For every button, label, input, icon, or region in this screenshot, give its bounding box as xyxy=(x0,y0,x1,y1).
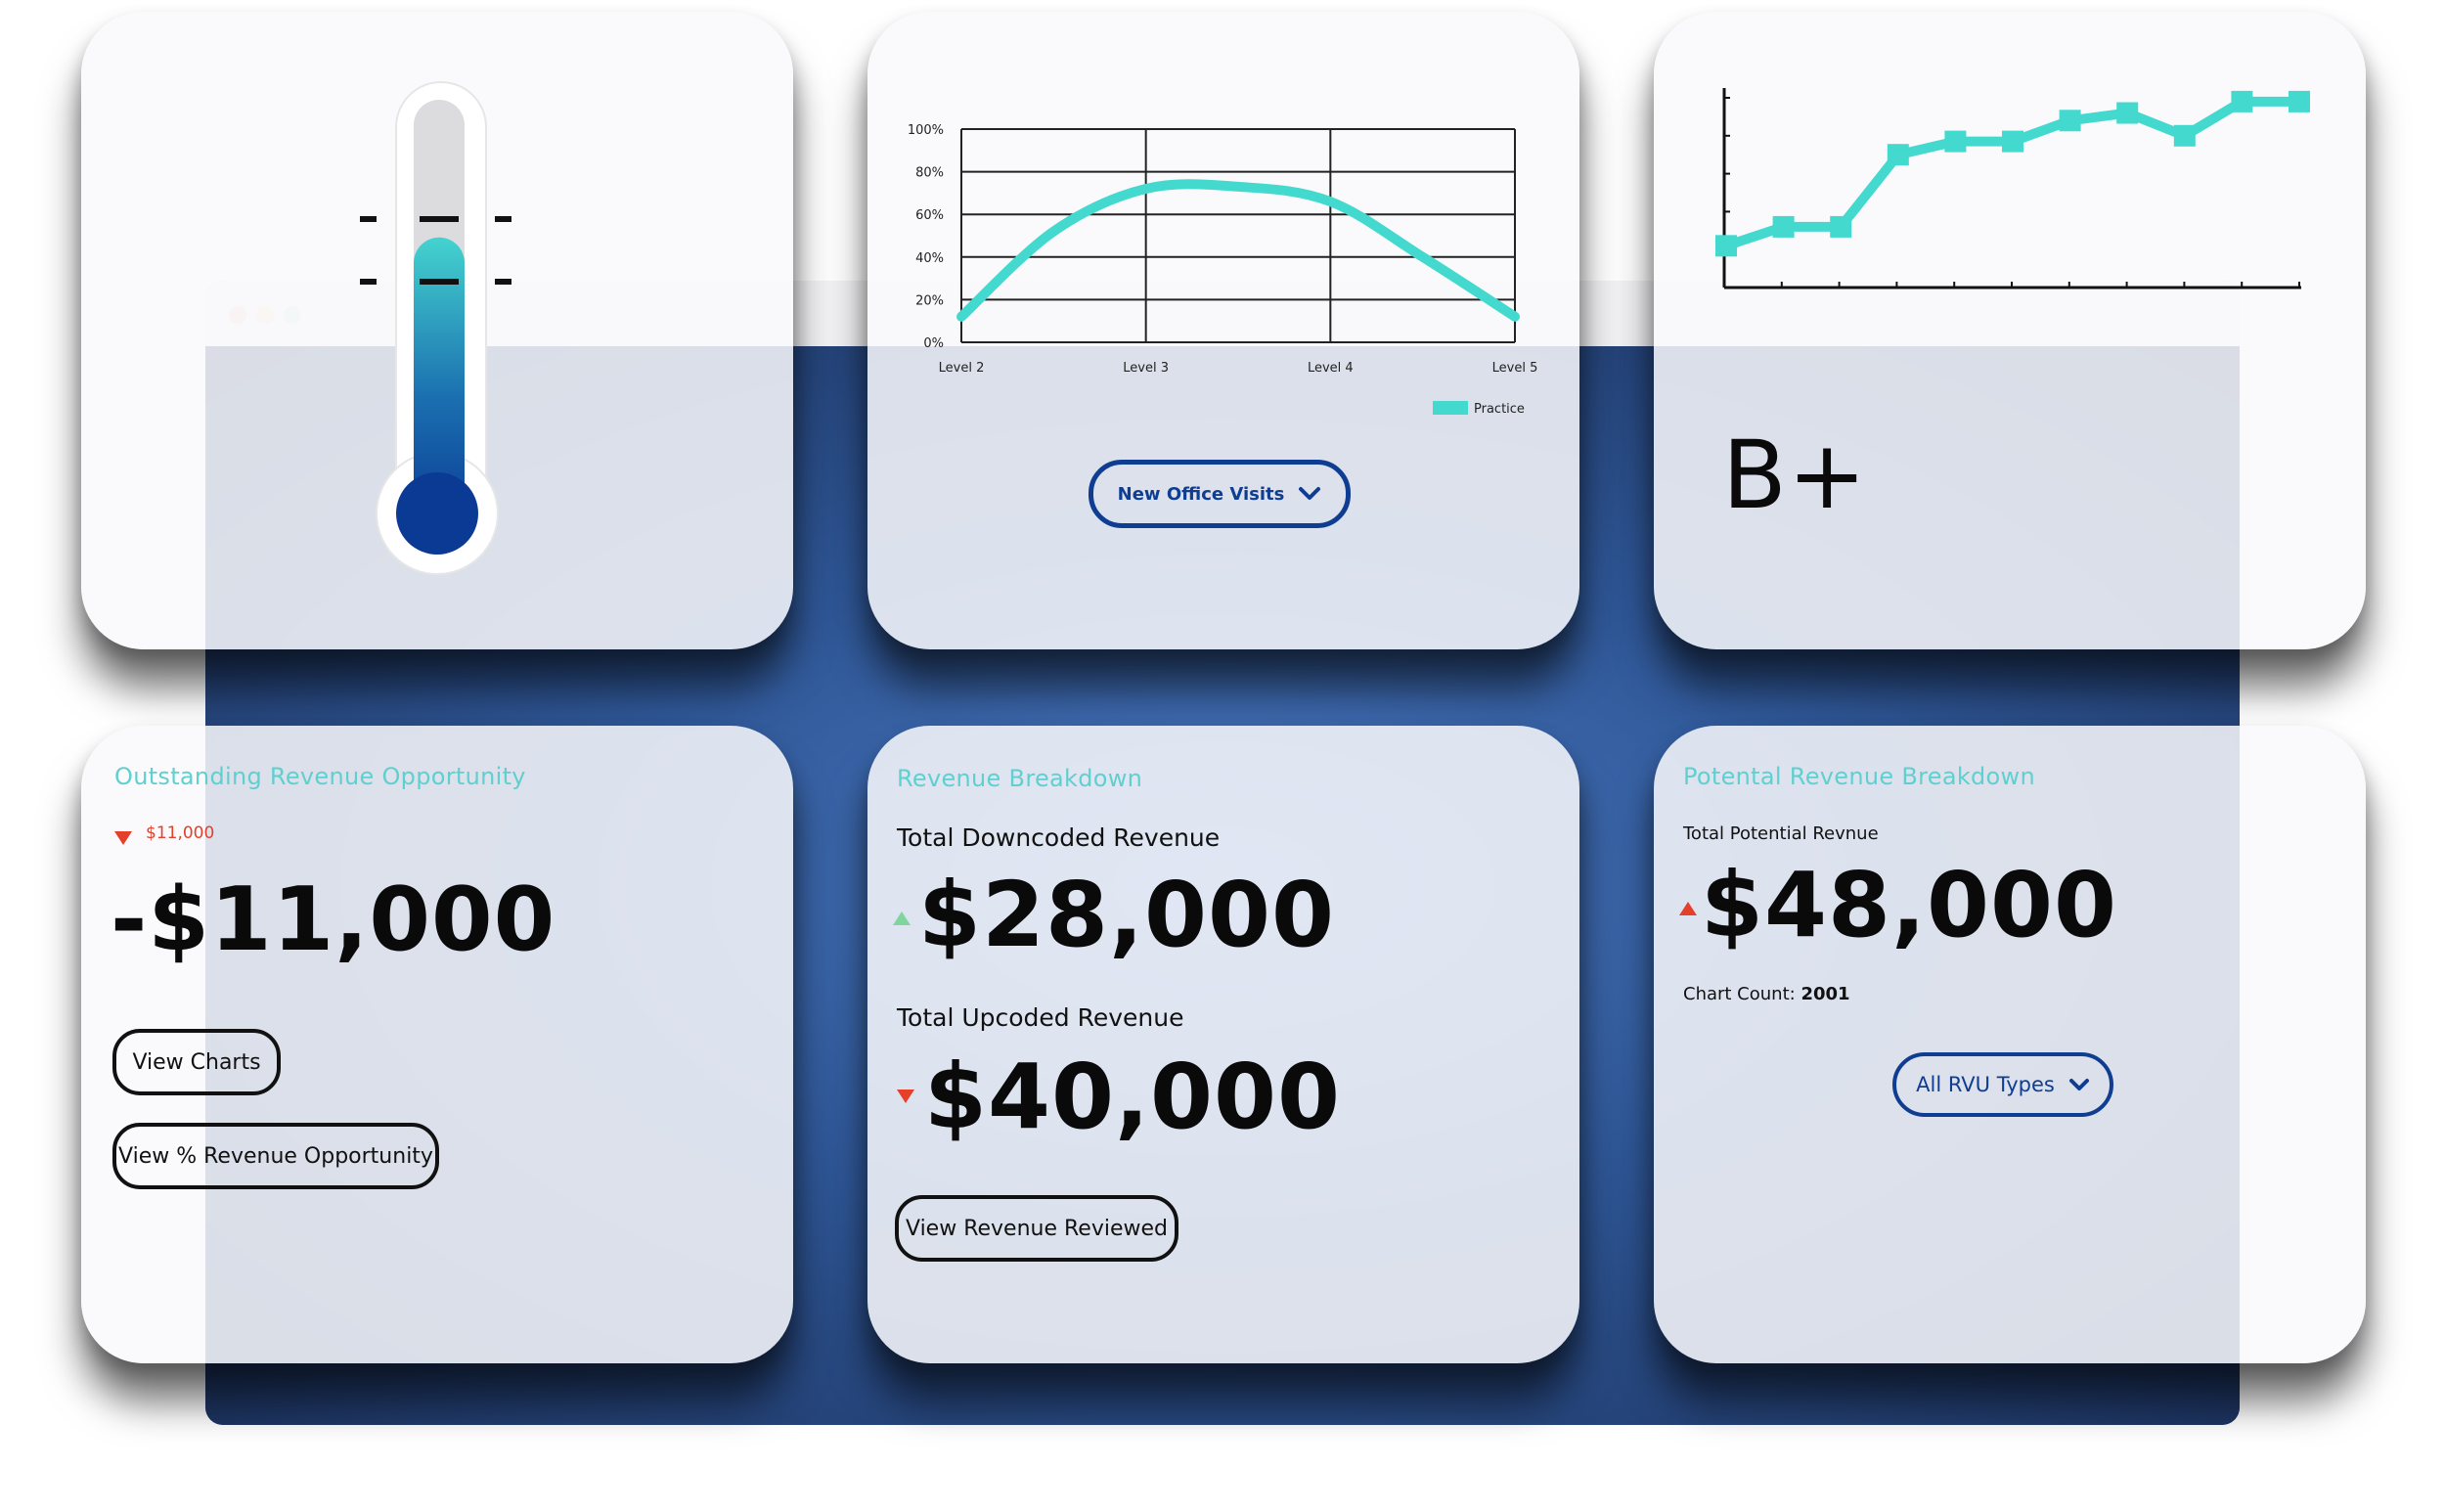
series-line-practice xyxy=(956,179,1520,322)
y-tick-label: 60% xyxy=(915,208,944,223)
dropdown-label: New Office Visits xyxy=(1117,483,1285,505)
chart-count-label: Chart Count: xyxy=(1683,984,1796,1004)
card-title: Potental Revenue Breakdown xyxy=(1683,763,2035,790)
upcoded-amount: $40,000 xyxy=(924,1045,1342,1149)
thermometer-gauge xyxy=(360,81,511,575)
view-charts-button[interactable]: View Charts xyxy=(112,1029,281,1095)
outstanding-revenue-card: Outstanding Revenue Opportunity $11,000 … xyxy=(81,726,793,1363)
series-line xyxy=(1724,96,2299,251)
data-point xyxy=(1772,215,1795,238)
outstanding-amount: -$11,000 xyxy=(111,868,556,971)
grade-value: B+ xyxy=(1722,421,1868,530)
y-tick-label: 20% xyxy=(915,293,944,308)
total-potential-amount: $48,000 xyxy=(1701,853,2118,957)
thermometer-bulb xyxy=(396,472,478,555)
downcoded-label: Total Downcoded Revenue xyxy=(897,823,1221,852)
thermometer-card xyxy=(81,12,793,649)
data-point xyxy=(1944,130,1967,153)
potential-revenue-card: Potental Revenue Breakdown Total Potenti… xyxy=(1654,726,2366,1363)
x-tick-label: Level 4 xyxy=(1308,361,1354,376)
data-point xyxy=(1830,215,1852,238)
decrease-arrow-icon xyxy=(114,831,132,845)
increase-arrow-icon xyxy=(1679,902,1697,915)
total-potential-label: Total Potential Revnue xyxy=(1683,823,1879,844)
legend-swatch xyxy=(1433,401,1468,415)
data-point xyxy=(2173,124,2196,147)
chevron-down-icon xyxy=(1299,487,1321,500)
data-point xyxy=(2059,110,2081,132)
view-revenue-opportunity-button[interactable]: View % Revenue Opportunity xyxy=(112,1123,439,1189)
y-tick-label: 40% xyxy=(915,251,944,266)
x-tick-label: Level 2 xyxy=(939,361,985,376)
chart-count: Chart Count: 2001 xyxy=(1683,984,1850,1004)
trend-chart-card: B+ xyxy=(1654,12,2366,649)
data-point xyxy=(1715,235,1737,257)
data-point xyxy=(2116,102,2139,124)
new-office-visits-dropdown[interactable]: New Office Visits xyxy=(1089,460,1351,528)
y-tick-label: 100% xyxy=(908,123,944,138)
chart-count-value: 2001 xyxy=(1800,984,1850,1004)
downcoded-amount: $28,000 xyxy=(918,863,1336,967)
rvu-types-dropdown[interactable]: All RVU Types xyxy=(1892,1052,2113,1117)
x-tick-label: Level 3 xyxy=(1123,361,1169,376)
level-line-chart: 0% 20% 40% 60% 80% 100% Level 2 Level 3 Level 4 L… xyxy=(908,123,1538,417)
upcoded-label: Total Upcoded Revenue xyxy=(897,1003,1184,1032)
trend-line-chart xyxy=(1715,88,2310,289)
card-title: Revenue Breakdown xyxy=(897,765,1143,792)
y-tick-label: 0% xyxy=(923,336,944,351)
change-value: $11,000 xyxy=(146,823,215,843)
data-point xyxy=(1887,144,1909,166)
view-revenue-reviewed-button[interactable]: View Revenue Reviewed xyxy=(895,1195,1178,1262)
y-tick-label: 80% xyxy=(915,166,944,181)
chevron-down-icon xyxy=(2068,1079,2089,1090)
data-point xyxy=(2231,90,2253,112)
card-title: Outstanding Revenue Opportunity xyxy=(114,763,526,790)
level-chart-card: 0% 20% 40% 60% 80% 100% Level 2 Level 3 Level 4 L… xyxy=(867,12,1579,649)
data-point xyxy=(2002,130,2023,153)
dropdown-label: All RVU Types xyxy=(1916,1073,2055,1096)
decrease-arrow-icon xyxy=(897,1090,914,1103)
x-tick-label: Level 5 xyxy=(1492,361,1538,376)
legend-label: Practice xyxy=(1474,402,1525,417)
increase-arrow-icon xyxy=(893,912,911,925)
revenue-breakdown-card: Revenue Breakdown Total Downcoded Revenu… xyxy=(867,726,1579,1363)
data-point xyxy=(2289,90,2310,112)
